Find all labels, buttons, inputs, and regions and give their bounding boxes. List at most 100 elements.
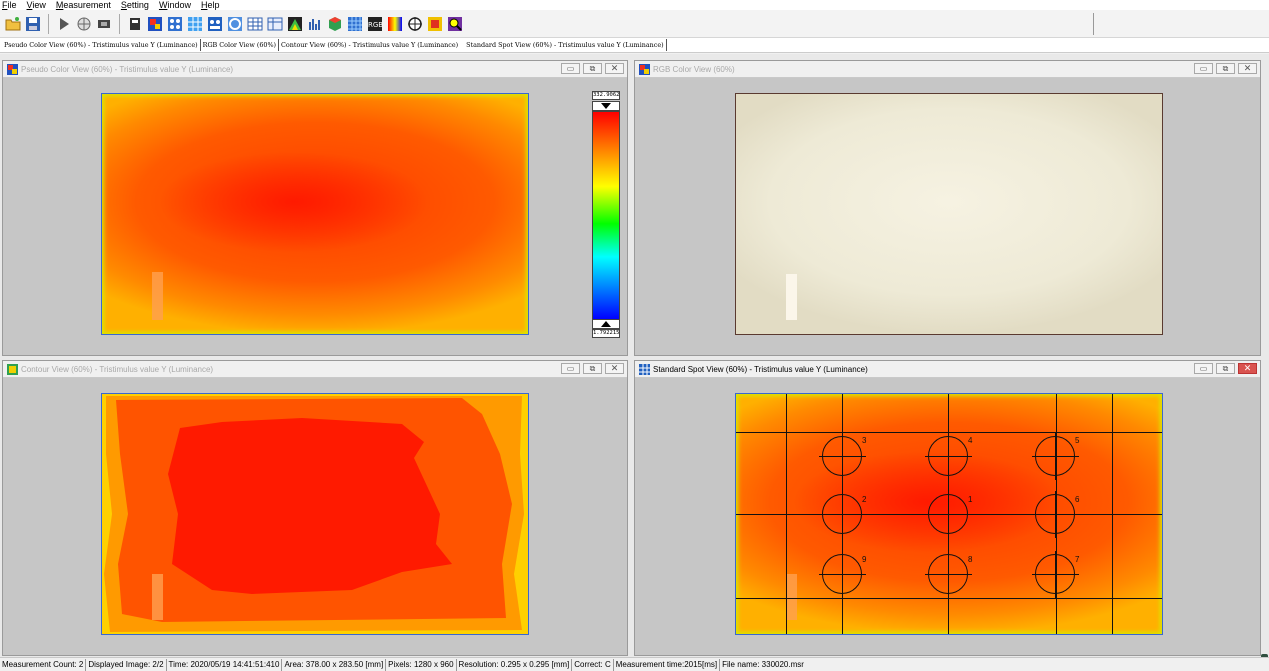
menu-file[interactable]: File	[2, 0, 17, 10]
status-displayed-image: Displayed Image: 2/2	[86, 658, 167, 671]
menu-setting[interactable]: Setting	[121, 0, 149, 10]
spot-label: 3	[862, 436, 867, 445]
svg-text:RGB: RGB	[368, 21, 383, 29]
menu-window[interactable]: Window	[159, 0, 191, 10]
scale-up-arrow-icon[interactable]	[592, 101, 620, 111]
standard-spot-titlebar[interactable]: Standard Spot View (60%) - Tristimulus v…	[635, 361, 1260, 378]
scale-down-arrow-icon[interactable]	[592, 319, 620, 329]
grid-line-h	[736, 432, 1162, 433]
contour-window-icon	[7, 363, 18, 375]
reflection-strip	[786, 274, 797, 320]
measurement-spot[interactable]	[1032, 433, 1079, 480]
color-scale: 332.9062 1.792215	[591, 91, 621, 341]
spot-label: 2	[862, 495, 867, 504]
rgb-color-titlebar[interactable]: RGB Color View (60%) ▭ ⧉ ✕	[635, 61, 1260, 78]
menu-help[interactable]: Help	[201, 0, 220, 10]
grid-icon-1[interactable]	[166, 15, 184, 33]
contour-titlebar[interactable]: Contour View (60%) - Tristimulus value Y…	[3, 361, 627, 378]
restore-button[interactable]: ⧉	[1216, 63, 1235, 74]
spot-label: 6	[1075, 495, 1080, 504]
rgb-color-window[interactable]: RGB Color View (60%) ▭ ⧉ ✕	[634, 60, 1261, 356]
grid-icon-2[interactable]	[186, 15, 204, 33]
measurement-spot[interactable]	[1032, 551, 1079, 598]
edge-glow	[102, 94, 528, 334]
spot-label: 7	[1075, 555, 1080, 564]
table-icon-1[interactable]	[246, 15, 264, 33]
menu-measurement[interactable]: Measurement	[56, 0, 111, 10]
reflection-strip	[786, 574, 797, 620]
spot-label: 5	[1075, 436, 1080, 445]
rgb-icon[interactable]: RGB	[366, 15, 384, 33]
play-icon[interactable]	[55, 15, 73, 33]
tab-pseudo-color[interactable]: Pseudo Color View (60%) - Tristimulus va…	[2, 41, 200, 49]
palette-icon[interactable]	[286, 15, 304, 33]
bar-chart-icon[interactable]	[306, 15, 324, 33]
tab-standard-spot[interactable]: Standard Spot View (60%) - Tristimulus v…	[460, 41, 666, 49]
matrix-icon[interactable]	[346, 15, 364, 33]
circle-pattern-icon[interactable]	[226, 15, 244, 33]
globe-icon[interactable]	[75, 15, 93, 33]
scale-min-label: 1.792215	[592, 329, 620, 338]
restore-button[interactable]: ⧉	[583, 363, 602, 374]
open-folder-icon[interactable]	[4, 15, 22, 33]
menu-view[interactable]: View	[27, 0, 46, 10]
toolbar-end-separator	[1093, 13, 1094, 35]
rgb-color-image[interactable]	[735, 93, 1163, 335]
standard-spot-title: Standard Spot View (60%) - Tristimulus v…	[653, 364, 868, 374]
status-time: Time: 2020/05/19 14:41:51:410	[167, 658, 283, 671]
close-button[interactable]: ✕	[605, 63, 624, 74]
stop-icon[interactable]	[126, 15, 144, 33]
pseudo-color-window[interactable]: Pseudo Color View (60%) - Tristimulus va…	[2, 60, 628, 356]
status-correct: Correct: C	[572, 658, 614, 671]
color-gradient-icon[interactable]	[386, 15, 404, 33]
standard-spot-window-icon	[639, 363, 650, 375]
cube-icon[interactable]	[326, 15, 344, 33]
pseudo-color-titlebar[interactable]: Pseudo Color View (60%) - Tristimulus va…	[3, 61, 627, 78]
measurement-spot[interactable]	[925, 551, 972, 598]
restore-button[interactable]: ⧉	[583, 63, 602, 74]
measurement-spot[interactable]	[819, 433, 866, 480]
restore-button[interactable]: ⧉	[1216, 363, 1235, 374]
contour-title: Contour View (60%) - Tristimulus value Y…	[21, 364, 214, 374]
standard-spot-window[interactable]: Standard Spot View (60%) - Tristimulus v…	[634, 360, 1261, 656]
color-square-icon[interactable]	[426, 15, 444, 33]
toolbar-separator	[119, 13, 120, 34]
magnifier-icon[interactable]	[446, 15, 464, 33]
table-icon-2[interactable]	[266, 15, 284, 33]
measurement-spot[interactable]	[1032, 491, 1079, 538]
minimize-button[interactable]: ▭	[1194, 363, 1213, 374]
menu-bar: File View Measurement Setting Window Hel…	[0, 0, 1269, 10]
pseudo-color-image[interactable]	[101, 93, 529, 335]
close-button[interactable]: ✕	[1238, 363, 1257, 374]
pseudo-color-icon[interactable]	[146, 15, 164, 33]
contour-levels	[104, 396, 524, 632]
minimize-button[interactable]: ▭	[1194, 63, 1213, 74]
measurement-spot[interactable]	[819, 551, 866, 598]
measurement-spot[interactable]	[925, 491, 972, 538]
status-bar: Measurement Count: 2 Displayed Image: 2/…	[0, 657, 1269, 671]
pseudo-color-window-icon	[7, 63, 18, 75]
tab-rgb-color[interactable]: RGB Color View (60%)	[201, 41, 278, 49]
standard-spot-image[interactable]: 3 4 5 2 1 6 9 8 7	[735, 393, 1163, 635]
contour-window[interactable]: Contour View (60%) - Tristimulus value Y…	[2, 360, 628, 656]
minimize-button[interactable]: ▭	[561, 363, 580, 374]
save-icon[interactable]	[24, 15, 42, 33]
minimize-button[interactable]: ▭	[561, 63, 580, 74]
pseudo-color-title: Pseudo Color View (60%) - Tristimulus va…	[21, 64, 234, 74]
window-tab-bar: Pseudo Color View (60%) - Tristimulus va…	[0, 38, 1269, 53]
measurement-spot[interactable]	[819, 491, 866, 538]
close-button[interactable]: ✕	[1238, 63, 1257, 74]
status-resolution: Resolution: 0.295 x 0.295 [mm]	[457, 658, 573, 671]
scale-max-label: 332.9062	[592, 91, 620, 100]
contour-image[interactable]	[101, 393, 529, 635]
close-button[interactable]: ✕	[605, 363, 624, 374]
film-icon[interactable]	[95, 15, 113, 33]
spot-label: 4	[968, 436, 973, 445]
crosshair-icon[interactable]	[406, 15, 424, 33]
grid-icon-3[interactable]	[206, 15, 224, 33]
grid-line-h	[736, 598, 1162, 599]
tab-contour[interactable]: Contour View (60%) - Tristimulus value Y…	[279, 41, 460, 49]
reflection-strip	[152, 574, 163, 620]
status-file-name: File name: 330020.msr	[722, 659, 804, 669]
measurement-spot[interactable]	[925, 433, 972, 480]
